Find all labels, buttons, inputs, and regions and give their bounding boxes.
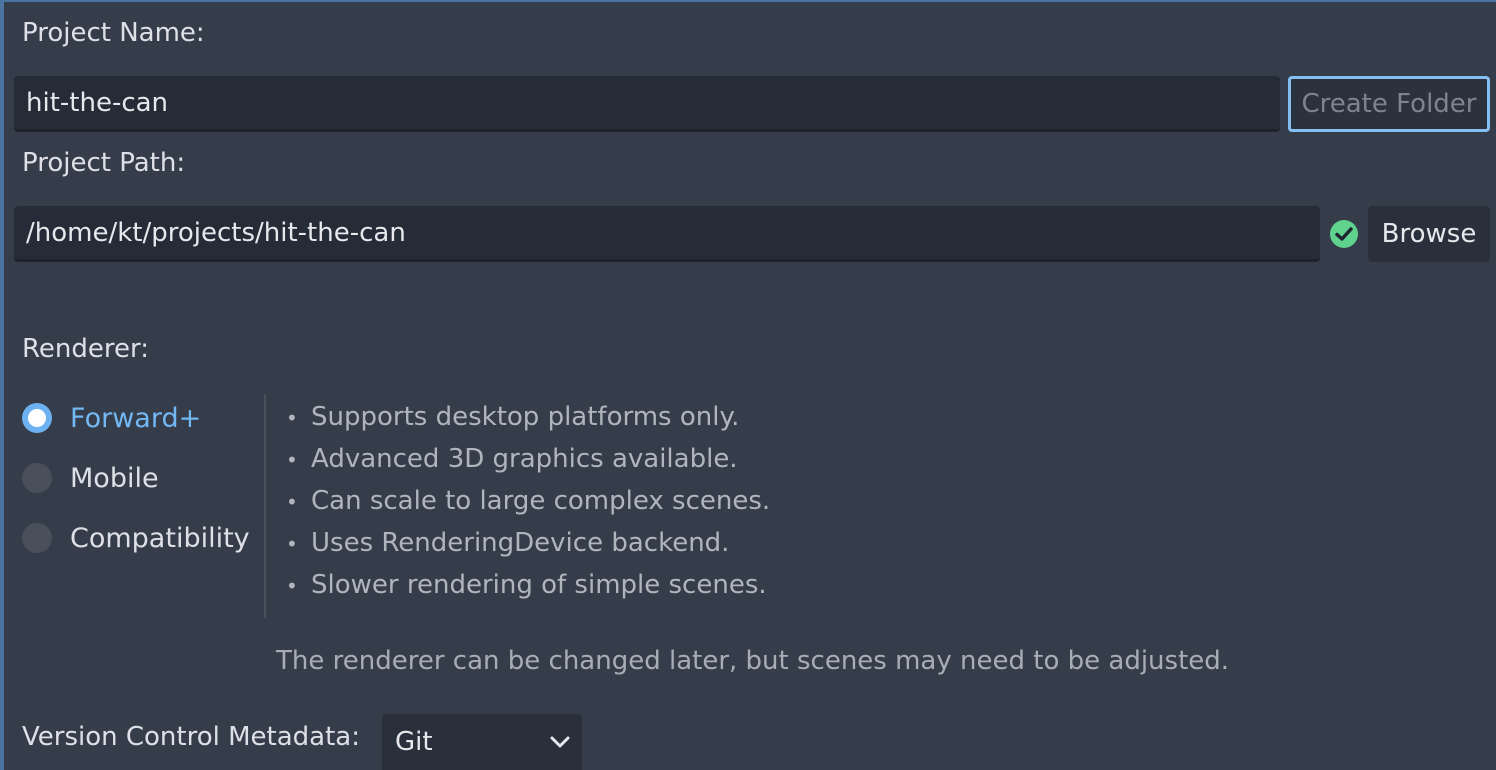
renderer-features-list: • Supports desktop platforms only. • Advan… <box>286 396 770 606</box>
renderer-note: The renderer can be changed later, but s… <box>276 646 1230 676</box>
project-path-label: Project Path: <box>22 148 186 178</box>
radio-unchecked-icon[interactable] <box>22 523 52 553</box>
radio-unchecked-icon[interactable] <box>22 463 52 493</box>
feature-item: • Supports desktop platforms only. <box>286 396 770 438</box>
bullet-icon: • <box>286 448 298 472</box>
renderer-option-compatibility[interactable]: Compatibility <box>22 518 250 558</box>
check-circle-icon <box>1330 220 1358 248</box>
radio-checked-icon[interactable] <box>22 403 52 433</box>
renderer-option-forward-plus[interactable]: Forward+ <box>22 398 201 438</box>
feature-item: • Slower rendering of simple scenes. <box>286 564 770 606</box>
bullet-icon: • <box>286 574 298 598</box>
chevron-down-icon <box>550 736 570 748</box>
renderer-option-label: Mobile <box>70 462 159 494</box>
bullet-icon: • <box>286 406 298 430</box>
renderer-option-label: Compatibility <box>70 522 250 554</box>
vertical-separator <box>264 394 266 618</box>
project-name-label: Project Name: <box>22 18 205 48</box>
feature-item: • Advanced 3D graphics available. <box>286 438 770 480</box>
renderer-option-mobile[interactable]: Mobile <box>22 458 159 498</box>
project-path-input[interactable]: /home/kt/projects/hit-the-can <box>14 206 1320 262</box>
feature-item: • Uses RenderingDevice backend. <box>286 522 770 564</box>
feature-item: • Can scale to large complex scenes. <box>286 480 770 522</box>
version-control-value: Git <box>395 727 433 757</box>
renderer-label: Renderer: <box>22 334 149 364</box>
version-control-select[interactable]: Git <box>382 714 582 770</box>
bullet-icon: • <box>286 490 298 514</box>
version-control-label: Version Control Metadata: <box>22 722 360 752</box>
create-folder-button[interactable]: Create Folder <box>1288 76 1490 132</box>
renderer-option-label: Forward+ <box>70 402 202 434</box>
project-name-input[interactable]: hit-the-can <box>14 76 1280 132</box>
bullet-icon: • <box>286 532 298 556</box>
browse-button[interactable]: Browse <box>1368 206 1490 262</box>
